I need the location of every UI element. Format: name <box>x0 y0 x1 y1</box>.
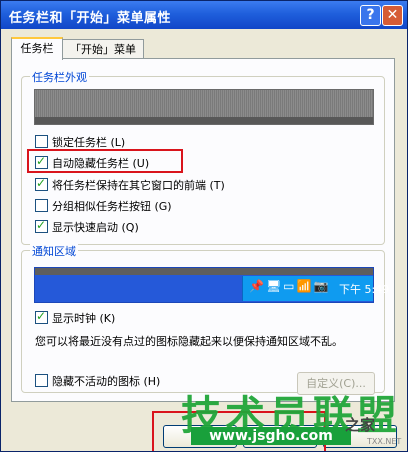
quick-launch-label: 显示快速启动 (Q) <box>52 221 139 234</box>
tab-start-menu[interactable]: 「开始」菜单 <box>62 39 144 60</box>
watermark-side-text: 之家 <box>345 416 376 434</box>
window-title: 任务栏和「开始」菜单属性 <box>9 11 172 26</box>
watermark-side-small: TXX.NET <box>367 437 402 446</box>
highlight-box <box>27 149 183 173</box>
notification-group-title: 通知区域 <box>30 243 78 259</box>
keep-on-top-checkbox[interactable] <box>35 176 48 191</box>
tray-clock-area: 📌🖥▭📶📷 下午 5:49 <box>242 276 389 301</box>
notification-area-preview: 📌🖥▭📶📷 下午 5:49 <box>34 267 389 303</box>
tray-preview-top <box>35 268 373 275</box>
appearance-group-title: 任务栏外观 <box>30 69 89 85</box>
show-clock-checkbox[interactable] <box>35 309 48 324</box>
tray-icons: 📌🖥▭📶📷 <box>249 279 331 293</box>
close-button[interactable]: ✕ <box>382 5 403 26</box>
hide-inactive-checkbox[interactable] <box>35 374 48 387</box>
quick-launch-checkbox[interactable] <box>35 218 48 233</box>
group-buttons-label: 分组相似任务栏按钮 (G) <box>52 200 172 213</box>
title-bar[interactable]: 任务栏和「开始」菜单属性 ? ✕ <box>1 1 407 29</box>
lock-taskbar-checkbox[interactable] <box>35 135 48 148</box>
watermark-url: www.jsgho.com <box>191 427 351 445</box>
help-button[interactable]: ? <box>360 5 381 26</box>
taskbar-preview-bar <box>35 117 373 124</box>
lock-taskbar-label: 锁定任务栏 (L) <box>52 136 126 149</box>
keep-on-top-label: 将任务栏保持在其它窗口的前端 (T) <box>52 179 225 192</box>
taskbar-preview <box>34 89 374 125</box>
show-clock-label: 显示时钟 (K) <box>52 312 116 325</box>
tab-taskbar[interactable]: 任务栏 <box>11 37 63 60</box>
hide-inactive-label: 隐藏不活动的图标 (H) <box>52 375 161 388</box>
taskbar-properties-dialog: 任务栏和「开始」菜单属性 ? ✕ 任务栏 「开始」菜单 任务栏外观 锁定任务栏 … <box>0 0 408 452</box>
notification-description: 您可以将最近没有点过的图标隐藏起来以便保持通知区域不乱。 <box>35 335 343 348</box>
group-buttons-checkbox[interactable] <box>35 199 48 212</box>
tray-time: 下午 5:49 <box>339 283 390 296</box>
